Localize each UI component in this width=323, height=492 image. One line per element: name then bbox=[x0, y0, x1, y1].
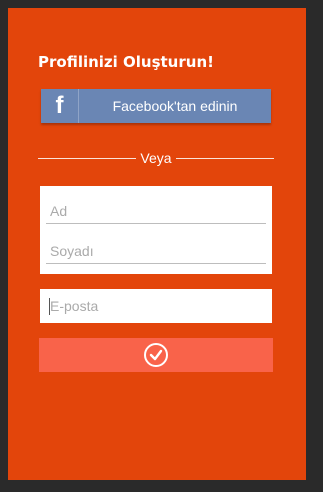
facebook-signup-label: Facebook'tan edinin bbox=[112, 98, 238, 114]
submit-button[interactable] bbox=[39, 338, 273, 372]
checkmark-icon bbox=[149, 349, 163, 361]
text-cursor bbox=[49, 298, 50, 315]
facebook-signup-button[interactable]: f Facebook'tan edinin bbox=[41, 89, 271, 123]
first-name-field[interactable] bbox=[46, 198, 266, 224]
facebook-icon: f bbox=[41, 89, 79, 123]
check-circle-icon bbox=[144, 343, 168, 367]
name-fields-card bbox=[40, 186, 272, 274]
divider-line-right bbox=[176, 158, 274, 159]
signup-screen: Profilinizi Oluşturun! f Facebook'tan ed… bbox=[8, 8, 306, 480]
page-title: Profilinizi Oluşturun! bbox=[38, 53, 214, 71]
email-field[interactable] bbox=[40, 289, 272, 323]
facebook-icon-letter: f bbox=[55, 92, 64, 119]
last-name-field[interactable] bbox=[46, 238, 266, 264]
or-divider: Veya bbox=[38, 150, 274, 168]
